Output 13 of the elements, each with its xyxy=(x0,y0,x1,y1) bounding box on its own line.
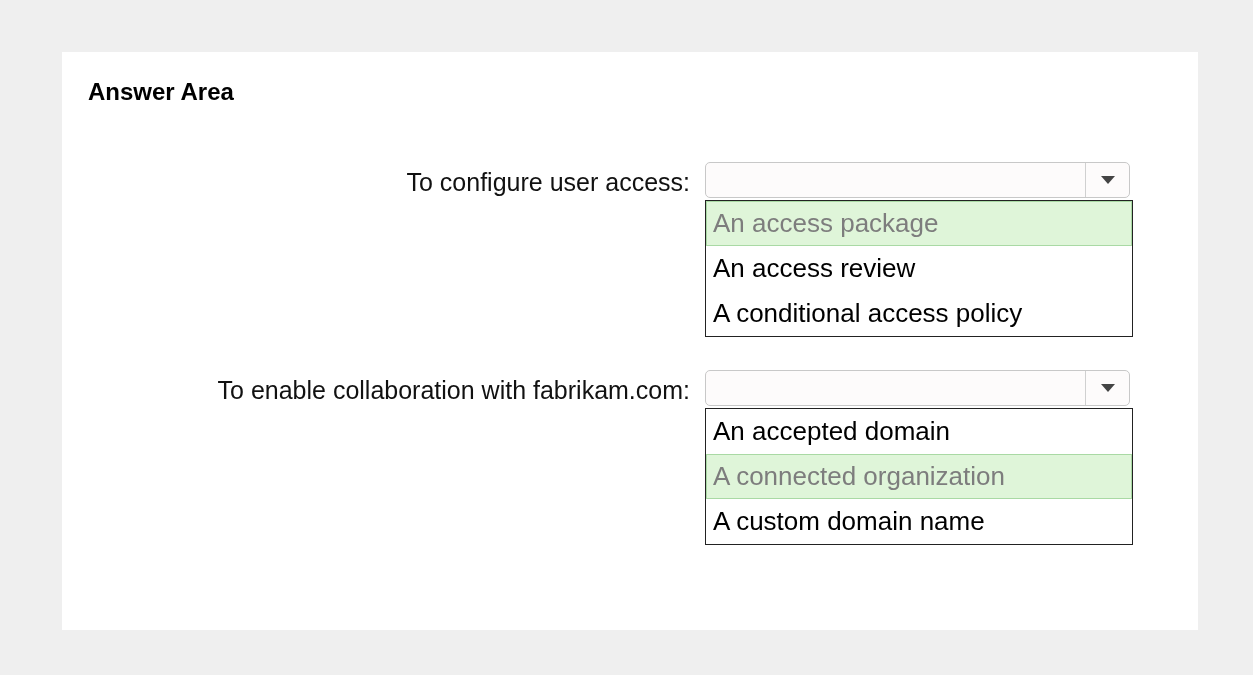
dropdown-option[interactable]: A connected organization xyxy=(706,454,1132,499)
dropdown[interactable] xyxy=(705,370,1130,406)
dropdown[interactable] xyxy=(705,162,1130,198)
question-label: To enable collaboration with fabrikam.com: xyxy=(217,375,690,406)
caret-icon xyxy=(1100,176,1115,184)
caret-icon xyxy=(1100,384,1115,392)
dropdown-option[interactable]: A conditional access policy xyxy=(706,291,1132,336)
question-label: To configure user access: xyxy=(406,167,690,198)
answer-area-title: Answer Area xyxy=(88,77,234,107)
dropdown-option[interactable]: An access review xyxy=(706,246,1132,291)
dropdown-option[interactable]: An accepted domain xyxy=(706,409,1132,454)
dropdown-option[interactable]: An access package xyxy=(706,201,1132,246)
dropdown-option[interactable]: A custom domain name xyxy=(706,499,1132,544)
